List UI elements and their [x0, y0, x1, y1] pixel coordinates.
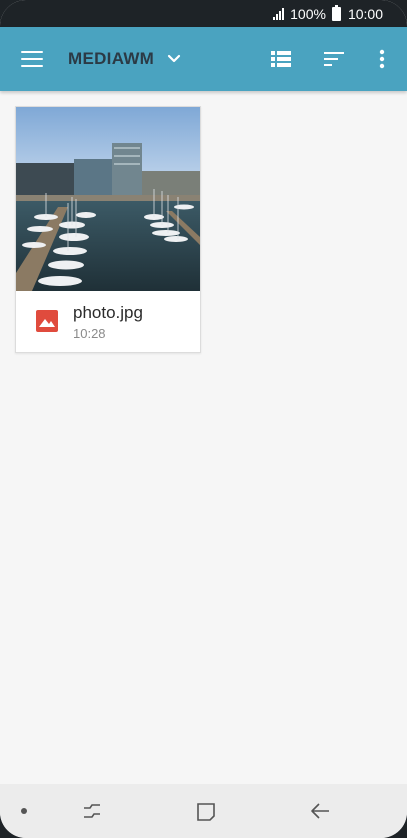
more-vertical-icon[interactable]: [374, 49, 390, 69]
app-bar: MEDIAWM: [0, 27, 407, 91]
hamburger-menu-icon[interactable]: [21, 51, 43, 67]
sort-icon[interactable]: [324, 52, 344, 66]
battery-icon: [331, 5, 341, 21]
app-title[interactable]: MEDIAWM: [68, 49, 154, 69]
status-bar: 100% 10:00: [0, 0, 407, 27]
file-card[interactable]: photo.jpg 10:28: [15, 106, 201, 353]
status-indicators: 100% 10:00: [273, 5, 383, 22]
recents-icon[interactable]: [82, 801, 102, 821]
back-icon[interactable]: [309, 801, 331, 821]
signal-icon: [273, 8, 285, 20]
phone-screen: 100% 10:00 MEDIAWM photo.jpg 10:28: [0, 0, 407, 838]
file-name: photo.jpg: [73, 303, 143, 322]
list-view-icon[interactable]: [271, 51, 291, 67]
nav-dot-indicator: [21, 808, 27, 814]
image-icon: [36, 310, 58, 332]
navigation-bar: [0, 784, 407, 838]
home-icon[interactable]: [195, 801, 217, 823]
photo-thumbnail: [16, 107, 200, 291]
chevron-down-icon[interactable]: [166, 51, 182, 67]
file-modified-time: 10:28: [73, 326, 106, 341]
battery-percentage: 100%: [290, 6, 326, 22]
status-time: 10:00: [347, 6, 383, 22]
